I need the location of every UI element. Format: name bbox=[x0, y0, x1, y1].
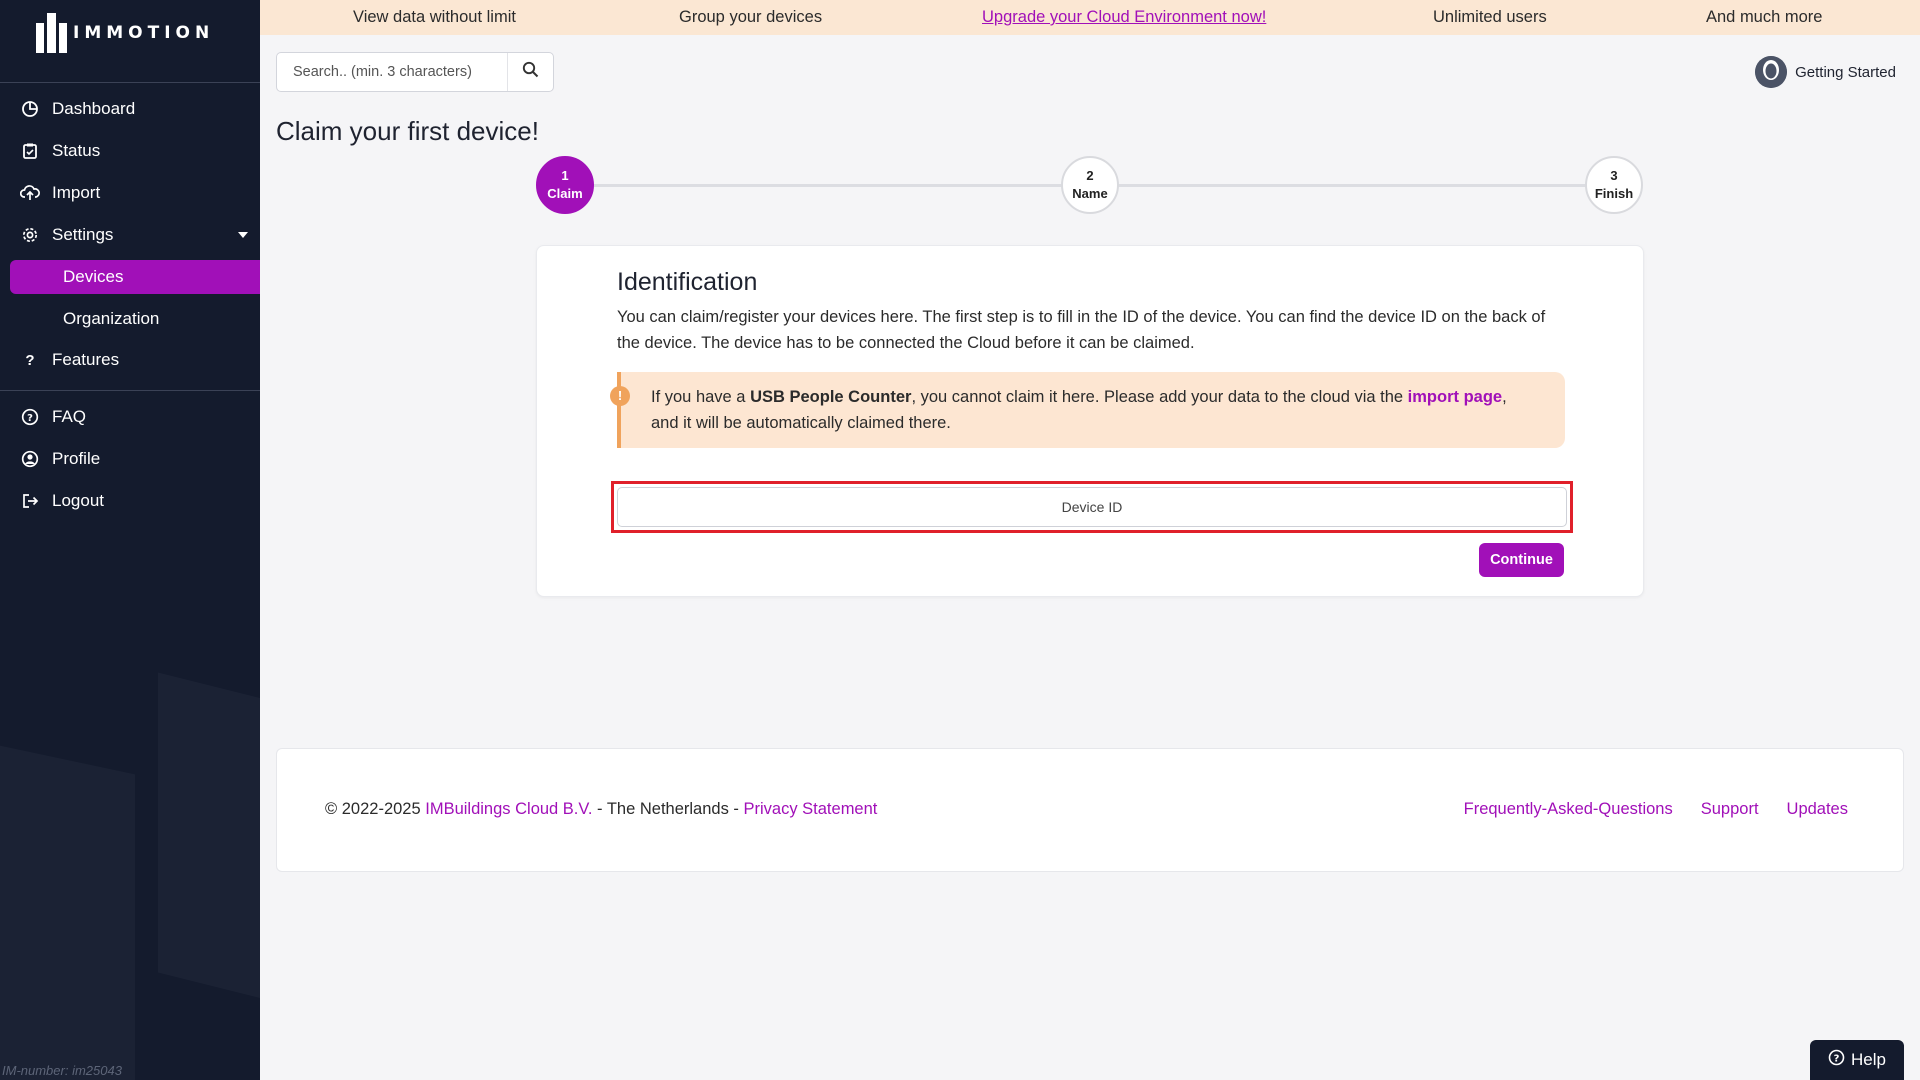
updates-link[interactable]: Updates bbox=[1787, 800, 1848, 819]
identification-card: Identification You can claim/register yo… bbox=[536, 245, 1644, 597]
sidebar-item-label: FAQ bbox=[52, 407, 87, 426]
sidebar: IMMOTION Dashboard Status Import Setting… bbox=[0, 0, 260, 1080]
step-label: Claim bbox=[547, 186, 583, 201]
avatar bbox=[1755, 56, 1788, 88]
dashboard-icon bbox=[20, 99, 40, 119]
sidebar-item-profile[interactable]: Profile bbox=[0, 442, 260, 476]
question-icon: ? bbox=[25, 351, 35, 369]
alert-text-prefix: If you have a bbox=[651, 388, 751, 406]
sidebar-item-devices[interactable]: Devices bbox=[10, 260, 260, 294]
search-box bbox=[276, 52, 554, 92]
user-circle-icon bbox=[20, 449, 40, 469]
sidebar-item-logout[interactable]: Logout bbox=[0, 484, 260, 518]
footer: © 2022-2025 IMBuildings Cloud B.V. - The… bbox=[276, 748, 1904, 872]
chevron-down-icon bbox=[236, 227, 250, 247]
svg-text:?: ? bbox=[27, 413, 33, 424]
page-title: Claim your first device! bbox=[276, 116, 539, 146]
sidebar-item-status[interactable]: Status bbox=[0, 134, 260, 168]
sidebar-item-faq[interactable]: ? FAQ bbox=[0, 400, 260, 434]
user-label: Getting Started bbox=[1795, 63, 1896, 81]
privacy-link[interactable]: Privacy Statement bbox=[743, 800, 877, 818]
sidebar-divider bbox=[0, 390, 260, 391]
sidebar-item-label: Features bbox=[52, 350, 120, 369]
warning-alert: ! If you have a USB People Counter, you … bbox=[610, 372, 1565, 448]
device-id-input[interactable] bbox=[617, 487, 1567, 527]
copyright-text: © 2022-2025 bbox=[325, 800, 426, 818]
im-number: IM-number: im25043 bbox=[2, 1063, 122, 1078]
faq-link[interactable]: Frequently-Asked-Questions bbox=[1464, 800, 1673, 819]
step-name: 2 Name bbox=[1061, 156, 1119, 214]
user-menu[interactable]: Getting Started bbox=[1755, 56, 1896, 88]
search-button[interactable] bbox=[507, 53, 553, 91]
sidebar-item-dashboard[interactable]: Dashboard bbox=[0, 92, 260, 126]
search-icon bbox=[522, 61, 539, 83]
step-number: 2 bbox=[1086, 168, 1094, 183]
sidebar-item-label: Dashboard bbox=[52, 99, 136, 118]
logo-text: IMMOTION bbox=[73, 23, 215, 43]
country-text: - The Netherlands - bbox=[592, 800, 744, 818]
footer-links: Frequently-Asked-Questions Support Updat… bbox=[1464, 800, 1848, 819]
support-link[interactable]: Support bbox=[1701, 800, 1759, 819]
help-label: Help bbox=[1851, 1050, 1886, 1069]
sidebar-decoration bbox=[0, 745, 135, 1080]
continue-button[interactable]: Continue bbox=[1479, 543, 1564, 577]
company-link[interactable]: IMBuildings Cloud B.V. bbox=[425, 800, 592, 818]
logo-mark-icon bbox=[36, 13, 67, 53]
device-id-highlight bbox=[611, 481, 1573, 533]
sidebar-item-features[interactable]: ? Features bbox=[0, 343, 260, 377]
sidebar-decoration bbox=[158, 672, 260, 1008]
step-claim: 1 Claim bbox=[536, 156, 594, 214]
upgrade-link[interactable]: Upgrade your Cloud Environment now! bbox=[982, 8, 1266, 27]
banner-item: Unlimited users bbox=[1433, 8, 1547, 26]
stepper: 1 Claim 2 Name 3 Finish bbox=[536, 154, 1644, 216]
alert-bold-text: USB People Counter bbox=[750, 388, 912, 406]
step-label: Name bbox=[1072, 186, 1108, 201]
footer-copyright: © 2022-2025 IMBuildings Cloud B.V. - The… bbox=[325, 800, 877, 819]
step-number: 3 bbox=[1610, 168, 1618, 183]
help-circle-icon: ? bbox=[1828, 1049, 1845, 1071]
banner-item: Group your devices bbox=[679, 8, 823, 26]
banner-item: View data without limit bbox=[353, 8, 516, 26]
sidebar-item-label: Status bbox=[52, 141, 101, 160]
sidebar-divider bbox=[0, 82, 260, 83]
logo[interactable]: IMMOTION bbox=[36, 10, 214, 56]
promo-banner: View data without limit Group your devic… bbox=[260, 0, 1920, 35]
sidebar-item-label: Devices bbox=[63, 267, 124, 286]
sidebar-item-label: Logout bbox=[52, 491, 104, 510]
svg-text:?: ? bbox=[1834, 1054, 1840, 1065]
sidebar-item-settings[interactable]: Settings bbox=[0, 218, 260, 252]
sidebar-item-label: Profile bbox=[52, 449, 101, 468]
import-page-link[interactable]: import page bbox=[1408, 388, 1502, 406]
search-input[interactable] bbox=[277, 54, 507, 90]
help-button[interactable]: ? Help bbox=[1810, 1040, 1904, 1080]
sidebar-item-organization[interactable]: Organization bbox=[0, 302, 260, 336]
step-label: Finish bbox=[1594, 186, 1634, 201]
alert-text-middle: , you cannot claim it here. Please add y… bbox=[911, 388, 1408, 406]
card-description: You can claim/register your devices here… bbox=[617, 308, 1546, 352]
step-number: 1 bbox=[561, 168, 569, 183]
sidebar-item-label: Organization bbox=[63, 309, 160, 328]
help-circle-icon: ? bbox=[20, 407, 40, 427]
card-heading: Identification bbox=[617, 268, 758, 296]
warning-icon: ! bbox=[610, 386, 630, 406]
logout-icon bbox=[20, 491, 40, 511]
gear-icon bbox=[20, 225, 40, 245]
sidebar-item-label: Import bbox=[52, 183, 101, 202]
sidebar-item-label: Settings bbox=[52, 225, 114, 244]
cloud-upload-icon bbox=[20, 183, 40, 203]
sidebar-item-import[interactable]: Import bbox=[0, 176, 260, 210]
banner-item: And much more bbox=[1706, 8, 1823, 26]
clipboard-icon bbox=[20, 141, 40, 161]
step-finish: 3 Finish bbox=[1585, 156, 1643, 214]
